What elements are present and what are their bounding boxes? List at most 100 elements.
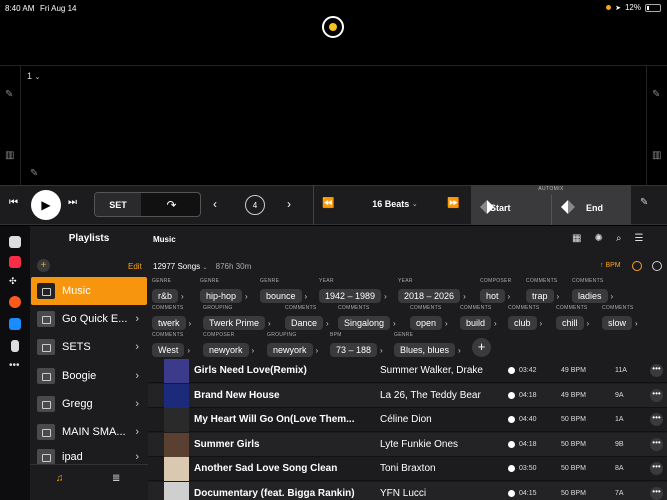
add-filter-button[interactable]: + [472,338,491,357]
filter-value[interactable]: West [152,343,185,357]
track-row[interactable]: Summer Girls Lyte Funkie Ones 04:18 50 BPM 9… [148,432,667,457]
more-options-icon[interactable]: ••• [650,437,663,451]
compass-icon[interactable] [652,261,662,271]
more-options-icon[interactable]: ••• [650,388,663,402]
playlist-note-icon[interactable]: ♫ [56,473,64,484]
track-row[interactable]: Documentary (feat. Bigga Rankin) YFN Lucc… [148,481,667,500]
automix-start-button[interactable]: Start [490,203,511,213]
track-row[interactable]: Another Sad Love Song Clean Toni Braxton 0… [148,457,667,481]
edit-playlists-button[interactable]: Edit [128,262,142,271]
grid-view-icon[interactable]: ▦ [572,233,581,244]
library-stats[interactable]: 12977 Songs ⌄ 876h 30m [153,262,251,271]
filter-value[interactable]: ladies [572,289,608,303]
play-button[interactable]: ▶ [31,190,61,220]
filter-value[interactable]: build [460,316,492,330]
filter-chip[interactable]: GENRE bounce › [260,278,307,304]
filter-chip[interactable]: COMMENTS twerk › [152,305,191,331]
more-options-icon[interactable]: ••• [650,364,663,377]
filter-chip[interactable]: COMMENTS ladies › [572,278,613,304]
add-playlist-button[interactable]: + [37,259,50,272]
filter-value[interactable]: trap [526,289,554,303]
playlist-item[interactable]: Go Quick E... › [31,305,147,333]
filter-value[interactable]: twerk [152,316,186,330]
filter-icon[interactable] [632,261,642,271]
filter-chip[interactable]: GENRE Blues, blues › [394,332,461,358]
playlist-item[interactable]: MAIN SMA... › [31,418,147,446]
tidal-icon[interactable]: ✣ [9,276,21,288]
filter-chip[interactable]: GENRE hip-hop › [200,278,248,304]
filter-value[interactable]: bounce [260,289,302,303]
device-icon[interactable] [11,340,19,352]
filter-chip[interactable]: COMMENTS chill › [556,305,589,331]
filter-value[interactable]: hip-hop [200,289,243,303]
playlist-item-music[interactable]: Music [31,277,147,305]
piano-icon[interactable]: ▥ [5,150,14,161]
loop-button[interactable]: 4 [245,195,265,215]
filter-value[interactable]: Blues, blues [394,343,456,357]
next-track-icon[interactable]: ⏭ [68,197,77,208]
search-icon[interactable]: ⌕ [616,233,622,244]
filter-chip[interactable]: GROUPING newyork › [267,332,318,358]
soundcloud-icon[interactable] [9,296,21,308]
loop-left-chevron-icon[interactable]: ‹ [213,197,217,211]
playlist-item[interactable]: Gregg › [31,390,147,418]
filter-value[interactable]: 2018 – 2026 [398,289,461,303]
filter-chip[interactable]: COMMENTS build › [460,305,497,331]
filter-chip[interactable]: COMMENTS West › [152,332,190,358]
more-options-icon[interactable]: ••• [650,486,663,500]
filter-chip[interactable]: COMMENTS club › [508,305,542,331]
filter-value[interactable]: Dance [285,316,324,330]
playlist-item[interactable]: SETS › [31,333,147,361]
local-files-icon[interactable] [9,236,21,248]
filter-chip[interactable]: COMPOSER newyork › [203,332,254,358]
track-row[interactable]: Brand New House La 26, The Teddy Bear 04:1… [148,383,667,408]
filter-chip[interactable]: COMPOSER hot › [480,278,512,304]
piano-right-icon[interactable]: ▥ [652,150,661,161]
previous-track-icon[interactable]: ⏮ [9,197,18,208]
more-options-icon[interactable]: ••• [650,462,663,475]
list-view-icon[interactable]: ☰ [634,233,643,244]
filter-value[interactable]: newyork [203,343,249,357]
track-row[interactable]: Girls Need Love(Remix) Summer Walker, Dra… [148,359,667,383]
eyedropper-icon[interactable]: ✎ [5,89,13,100]
filter-value[interactable]: chill [556,316,584,330]
redo-icon[interactable]: ↷ [143,193,200,216]
filter-value[interactable]: club [508,316,537,330]
filter-value[interactable]: hot [480,289,505,303]
more-options-icon[interactable]: ••• [650,413,663,426]
filter-chip[interactable]: GROUPING Twerk Prime › [203,305,271,331]
more-icon[interactable]: ••• [9,360,20,371]
track-number[interactable]: 1 ⌄ [27,71,40,81]
filter-value[interactable]: slow [602,316,633,330]
beats-selector[interactable]: 16 Beats ⌄ [360,199,430,209]
filter-chip[interactable]: COMMENTS open › [410,305,448,331]
automix-end-icon[interactable] [561,200,575,214]
loop-right-chevron-icon[interactable]: › [287,197,291,211]
filter-chip[interactable]: YEAR 2018 – 2026 › [398,278,466,304]
filter-value[interactable]: newyork [267,343,313,357]
filter-chip[interactable]: COMMENTS Singalong › [338,305,396,331]
eyedropper-right-icon[interactable]: ✎ [652,89,660,100]
filter-value[interactable]: Singalong [338,316,391,330]
playlist-item[interactable]: Boogie › [31,362,147,390]
filter-chip[interactable]: COMMENTS trap › [526,278,559,304]
filter-chip[interactable]: COMMENTS slow › [602,305,638,331]
filter-value[interactable]: open [410,316,443,330]
filter-value[interactable]: r&b [152,289,179,303]
automix-end-button[interactable]: End [586,203,603,213]
waveform-area[interactable] [0,65,667,185]
filter-value[interactable]: Twerk Prime [203,316,266,330]
filter-value[interactable]: 1942 – 1989 [319,289,382,303]
set-cue-button[interactable]: SET [95,193,141,216]
pencil-icon[interactable]: ✎ [640,197,648,208]
filter-chip[interactable]: YEAR 1942 – 1989 › [319,278,387,304]
queue-list-icon[interactable]: ≣ [112,473,120,484]
jog-wheel-icon[interactable] [322,16,344,38]
filter-chip[interactable]: GENRE r&b › [152,278,184,304]
apple-music-icon[interactable] [9,256,21,268]
filter-chip[interactable]: COMMENTS Dance › [285,305,329,331]
fast-forward-icon[interactable]: ⏩ [447,198,459,209]
edit-pencil-icon[interactable]: ✎ [30,168,38,179]
track-row[interactable]: My Heart Will Go On(Love Them... Céline D… [148,408,667,432]
brightness-icon[interactable]: ✺ [594,233,602,244]
